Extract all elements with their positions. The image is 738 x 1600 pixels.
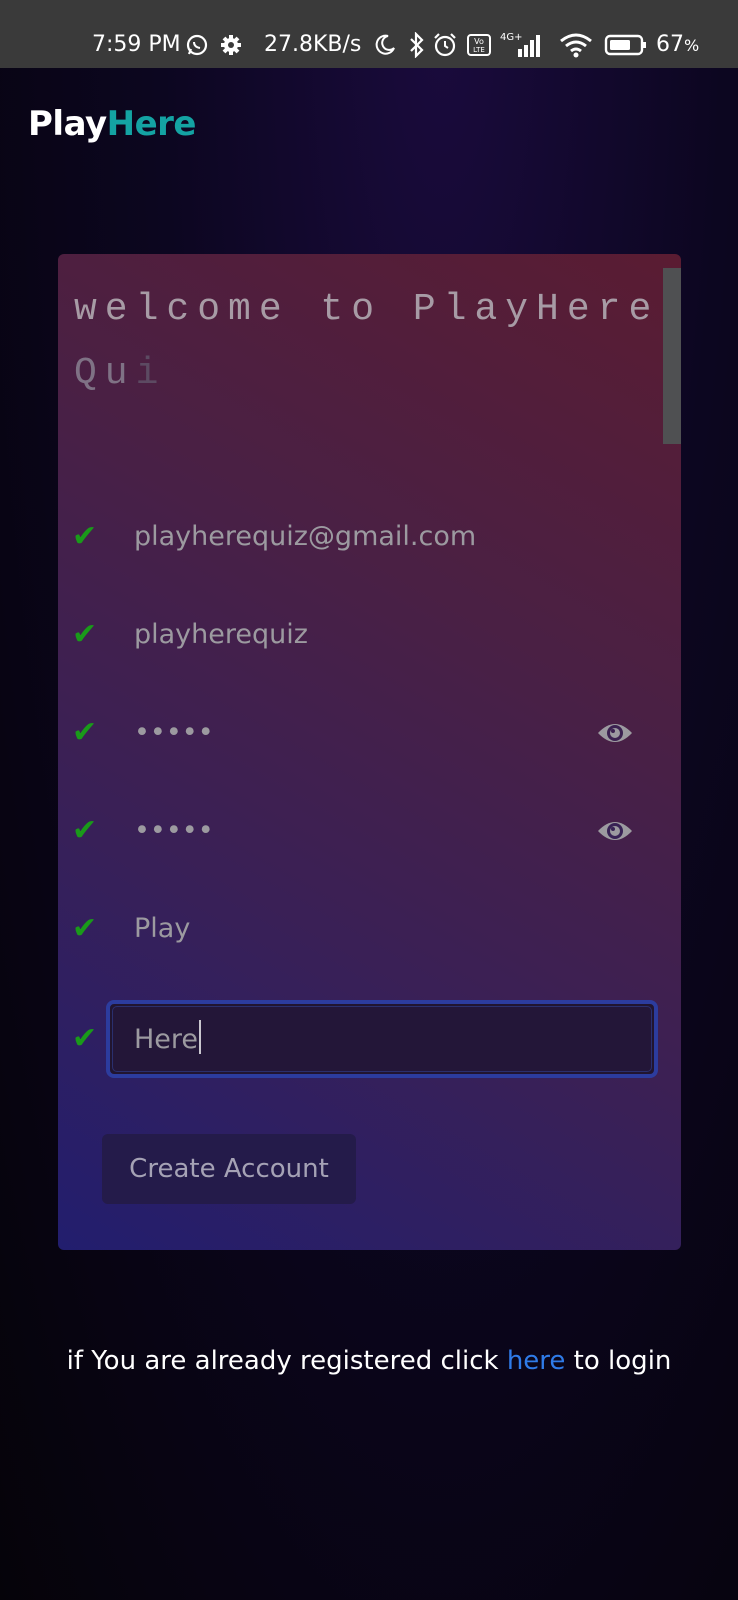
welcome-text-fade-end: i: [135, 352, 167, 395]
username-field[interactable]: playherequiz: [134, 617, 308, 653]
welcome-text-fade: Qu: [74, 352, 136, 395]
first-name-field[interactable]: Play: [134, 911, 190, 947]
svg-text:4G+: 4G+: [500, 32, 523, 43]
eye-icon[interactable]: [596, 815, 634, 847]
net-speed: 27.8KB/s: [264, 32, 362, 57]
bluetooth-icon: [402, 30, 432, 60]
check-icon: ✔: [72, 912, 98, 945]
battery-percent: 67%: [656, 32, 700, 57]
scrollbar[interactable]: [663, 268, 681, 444]
logo-here-text: Here: [106, 104, 197, 144]
email-field-row: ✔ playherequiz@gmail.com: [58, 502, 681, 572]
svg-text:Vo: Vo: [474, 37, 484, 46]
alarm-icon: [430, 30, 460, 60]
login-prompt-text-end: to login: [565, 1346, 672, 1376]
eye-icon[interactable]: [596, 717, 634, 749]
login-prompt: if You are already registered click here…: [0, 1346, 738, 1376]
moon-icon: [370, 30, 400, 60]
status-time: 7:59 PM: [92, 32, 181, 57]
volte-icon: Vo LTE: [464, 30, 494, 60]
check-icon: ✔: [72, 716, 98, 749]
username-field-row: ✔ playherequiz: [58, 600, 681, 670]
welcome-text: welcome to PlayHere: [74, 288, 660, 331]
status-bar: 7:59 PM 27.8KB/s Vo LTE 4G+ 67%: [0, 0, 738, 68]
check-icon: ✔: [72, 618, 98, 651]
check-icon: ✔: [72, 814, 98, 847]
create-account-button[interactable]: Create Account: [102, 1134, 356, 1204]
email-field[interactable]: playherequiz@gmail.com: [134, 519, 476, 555]
confirm-password-field[interactable]: •••••: [134, 813, 214, 849]
first-name-field-row: ✔ Play: [58, 894, 681, 964]
wifi-icon: [558, 30, 594, 60]
last-name-field[interactable]: Here: [134, 1020, 202, 1058]
check-icon: ✔: [72, 1022, 98, 1055]
password-field[interactable]: •••••: [134, 715, 214, 751]
app-logo: PlayHere: [28, 104, 196, 144]
register-card: welcome to PlayHere Qui ✔ playherequiz@g…: [58, 254, 681, 1250]
signal-icon: 4G+: [500, 30, 544, 60]
text-caret: [199, 1020, 202, 1054]
password-field-row: ✔ •••••: [58, 698, 681, 768]
whatsapp-icon: [182, 30, 212, 60]
logo-play-text: Play: [28, 104, 107, 144]
confirm-password-field-row: ✔ •••••: [58, 796, 681, 866]
battery-icon: [604, 30, 648, 60]
login-link[interactable]: here: [507, 1346, 566, 1376]
check-icon: ✔: [72, 520, 98, 553]
login-prompt-text: if You are already registered click: [66, 1346, 507, 1376]
gear-icon: [216, 30, 246, 60]
last-name-field-row: ✔ Here: [58, 1000, 681, 1078]
welcome-heading: welcome to PlayHere Qui: [74, 278, 664, 406]
svg-text:LTE: LTE: [473, 46, 485, 54]
